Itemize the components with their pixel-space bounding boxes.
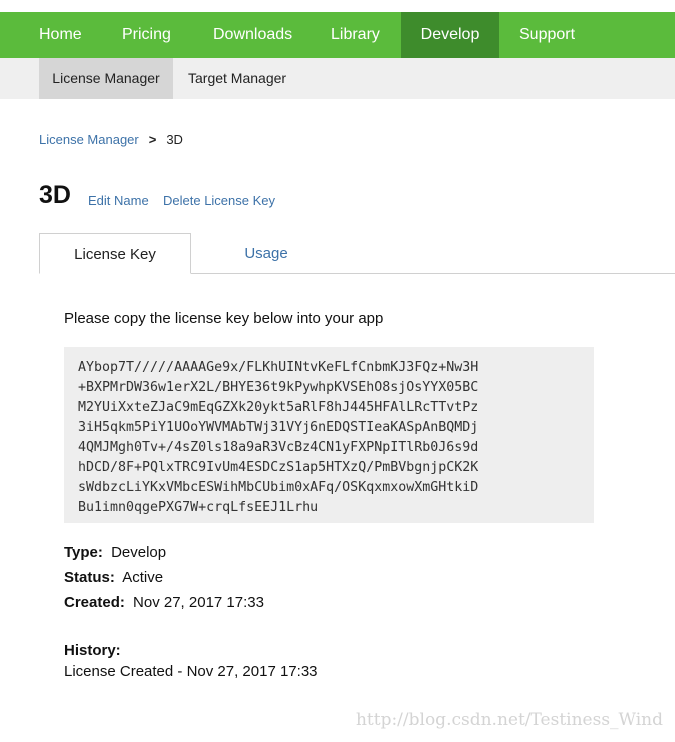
- breadcrumb: License Manager >3D: [39, 132, 183, 147]
- type-value: Develop: [111, 544, 167, 561]
- copy-instruction: Please copy the license key below into y…: [64, 310, 384, 327]
- key-line: hDCD/8F+PQlxTRC9IvUm4ESDCzS1ap5HTXzQ/PmB…: [78, 460, 479, 475]
- created-row: Created: Nov 27, 2017 17:33: [64, 594, 264, 611]
- nav-downloads[interactable]: Downloads: [193, 12, 312, 58]
- status-row: Status: Active: [64, 569, 163, 586]
- breadcrumb-parent-link[interactable]: License Manager: [39, 132, 139, 147]
- license-key-box[interactable]: AYbop7T/////AAAAGe9x/FLKhUINtvKeFLfCnbmK…: [64, 347, 594, 523]
- sub-nav: License Manager Target Manager: [0, 58, 675, 99]
- nav-pricing[interactable]: Pricing: [102, 12, 191, 58]
- tab-license-key[interactable]: License Key: [39, 233, 191, 274]
- license-key-text[interactable]: AYbop7T/////AAAAGe9x/FLKhUINtvKeFLfCnbmK…: [78, 358, 580, 518]
- edit-name-link[interactable]: Edit Name: [88, 193, 149, 208]
- top-nav: Home Pricing Downloads Library Develop S…: [0, 12, 675, 58]
- key-line: M2YUiXxteZJaC9mEqGZXk20ykt5aRlF8hJ445HFA…: [78, 400, 479, 415]
- key-line: 3iH5qkm5PiY1UOoYWVMAbTWj31VYj6nEDQSTIeaK…: [78, 420, 479, 435]
- subnav-license-manager[interactable]: License Manager: [39, 58, 173, 99]
- status-label: Status:: [64, 569, 115, 586]
- watermark: http://blog.csdn.net/Testiness_Wind: [355, 710, 663, 730]
- created-label: Created:: [64, 594, 125, 611]
- history-entry: License Created - Nov 27, 2017 17:33: [64, 663, 318, 680]
- created-value: Nov 27, 2017 17:33: [133, 594, 264, 611]
- type-label: Type:: [64, 544, 103, 561]
- status-value: Active: [122, 569, 164, 586]
- nav-develop[interactable]: Develop: [401, 12, 499, 58]
- key-line: 4QMJMgh0Tv+/4sZ0ls18a9aR3VcBz4CN1yFXPNpI…: [78, 440, 479, 455]
- key-line: Bu1imn0qgePXG7W+crqLfsEEJ1Lrhu: [78, 500, 319, 515]
- key-line: +BXPMrDW36w1erX2L/BHYE36t9kPywhpKVSEhO8s…: [78, 380, 479, 395]
- breadcrumb-separator: >: [148, 132, 157, 147]
- delete-license-key-link[interactable]: Delete License Key: [163, 193, 275, 208]
- type-row: Type: Develop: [64, 544, 166, 561]
- nav-library[interactable]: Library: [311, 12, 400, 58]
- page-title: 3D: [39, 181, 71, 209]
- subnav-target-manager[interactable]: Target Manager: [173, 58, 301, 99]
- nav-home[interactable]: Home: [19, 12, 102, 58]
- breadcrumb-current: 3D: [166, 132, 183, 147]
- nav-support[interactable]: Support: [499, 12, 595, 58]
- key-line: AYbop7T/////AAAAGe9x/FLKhUINtvKeFLfCnbmK…: [78, 360, 479, 375]
- history-label: History:: [64, 642, 121, 659]
- history-row: History:: [64, 642, 125, 659]
- tab-usage[interactable]: Usage: [191, 233, 341, 274]
- key-line: sWdbzcLiYKxVMbcESWihMbCUbim0xAFq/OSKqxmx…: [78, 480, 479, 495]
